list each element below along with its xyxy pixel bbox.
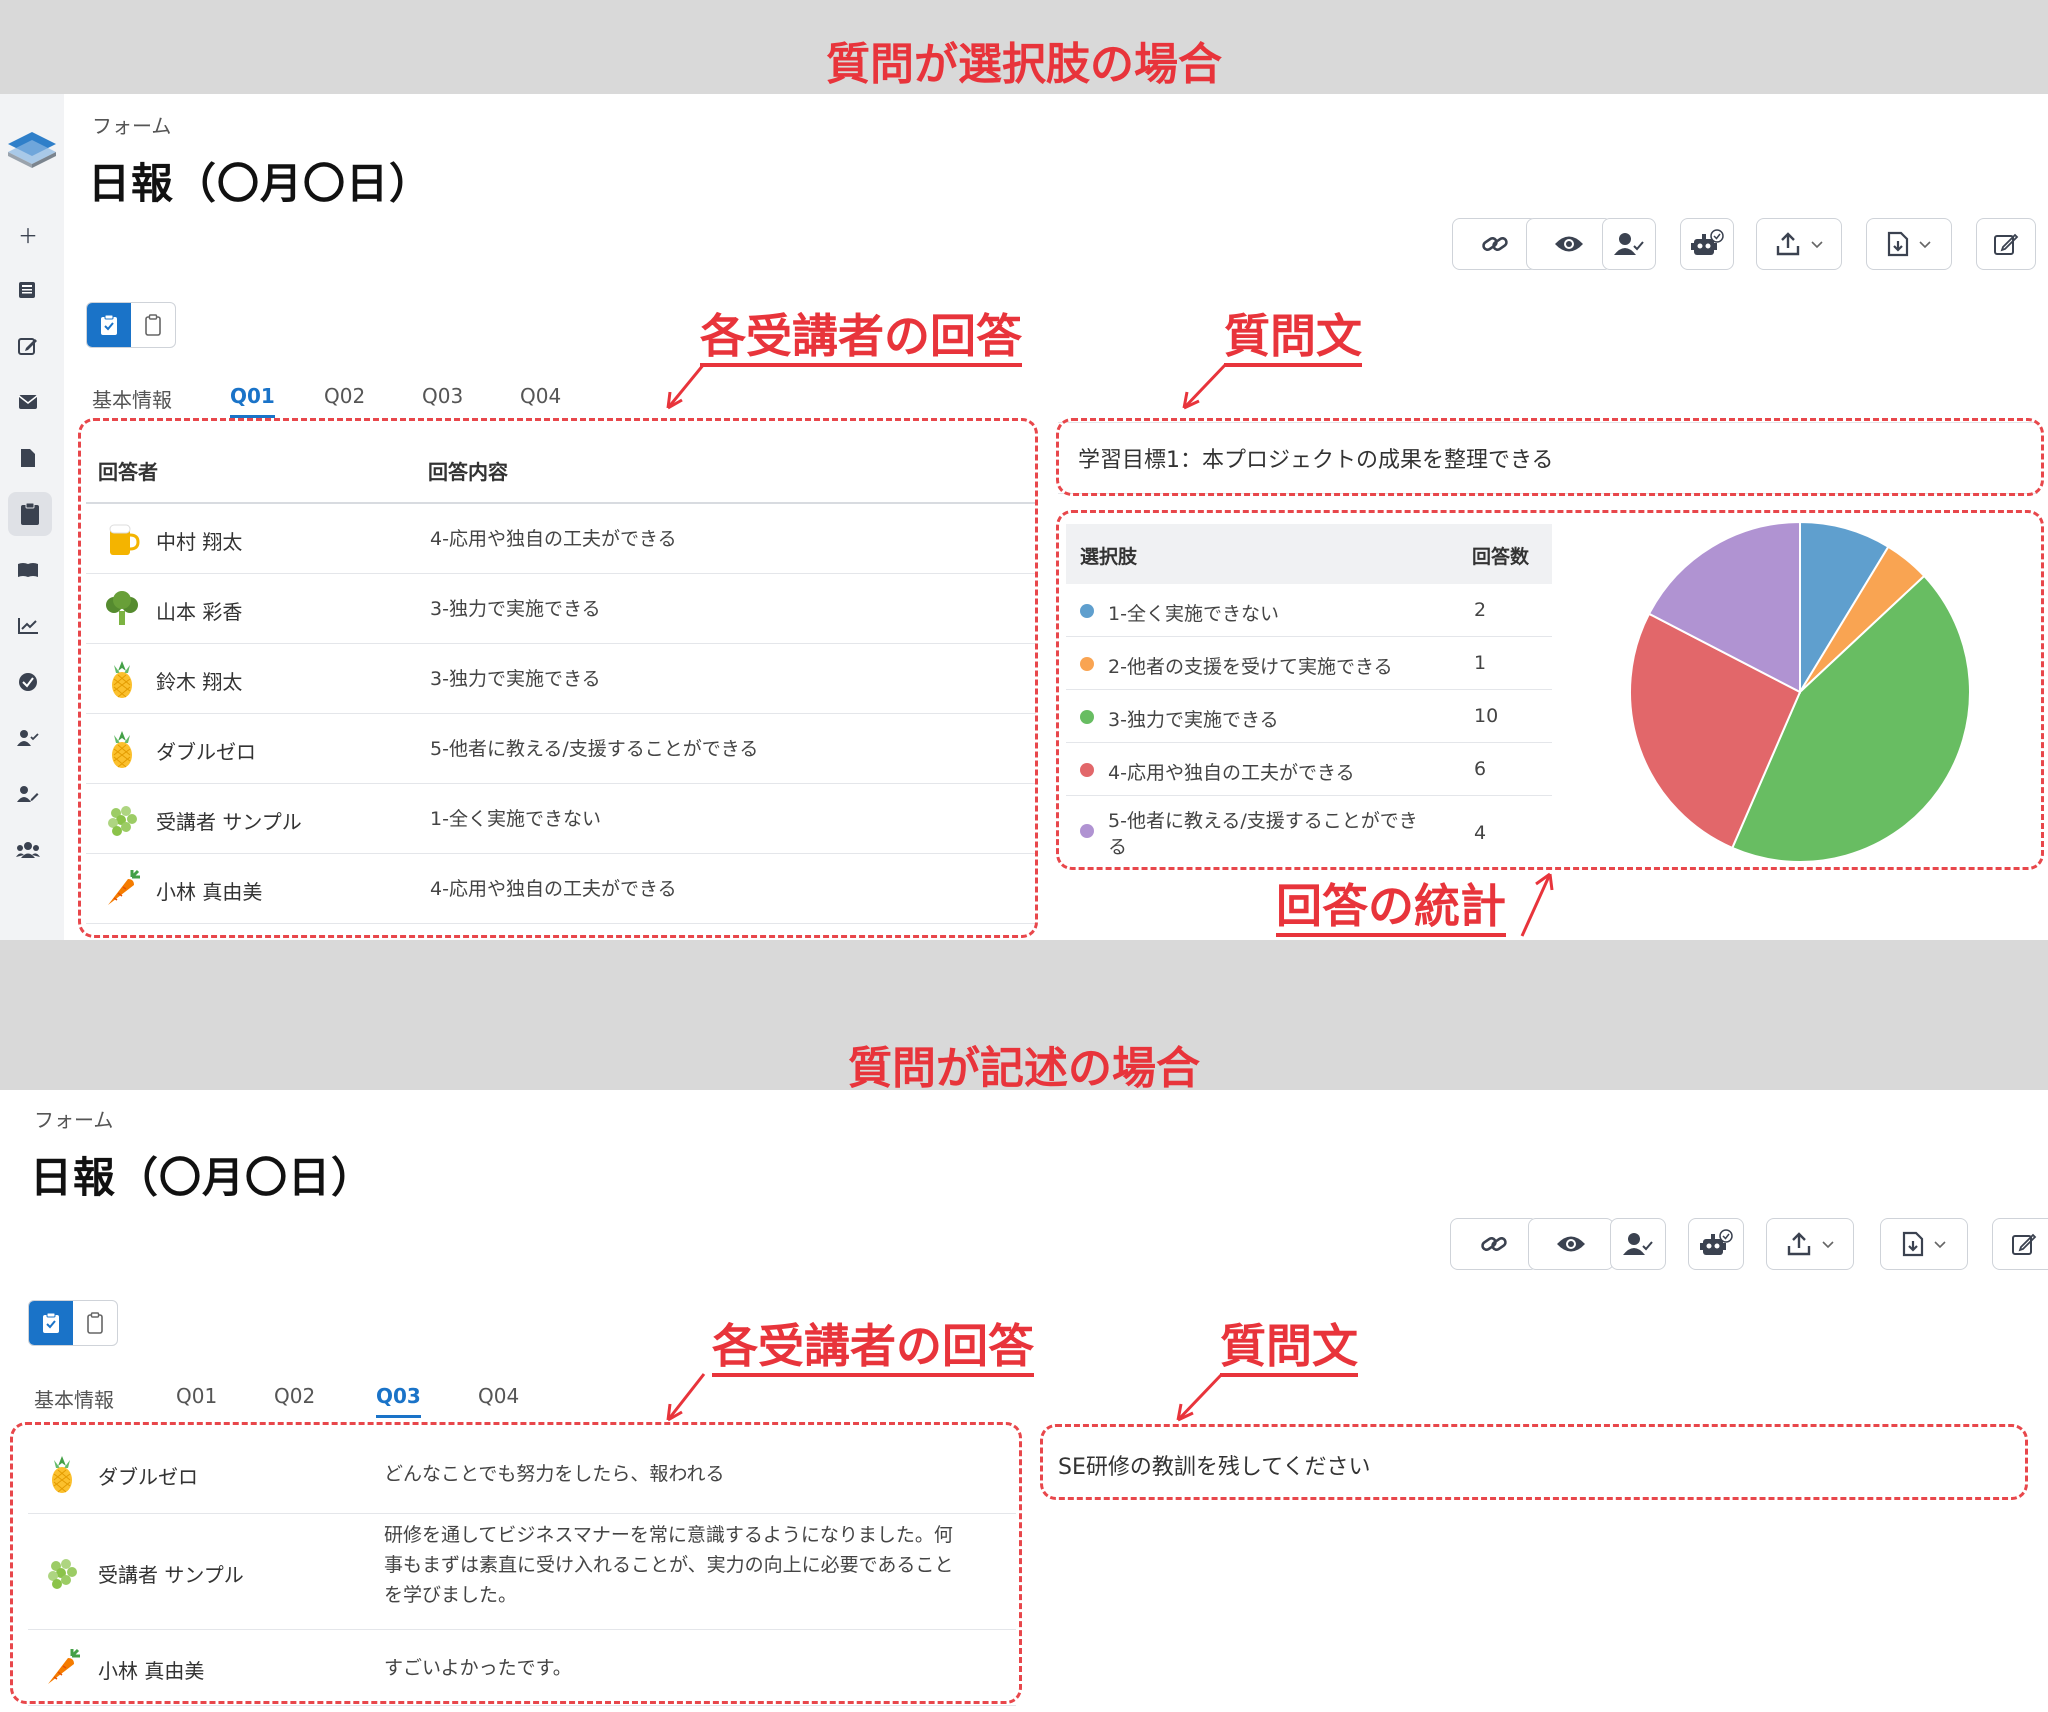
edit-form-button[interactable] — [1992, 1218, 2048, 1270]
respondent-check-button[interactable] — [1610, 1218, 1666, 1270]
download-dropdown-button[interactable] — [1880, 1218, 1968, 1270]
edit-icon — [2012, 1233, 2037, 1255]
user-check-icon — [1623, 1233, 1653, 1255]
annotation-box-responses — [10, 1422, 1022, 1704]
preview-button[interactable] — [1528, 1218, 1614, 1270]
chevron-down-icon — [1822, 1241, 1834, 1249]
download-file-icon — [1902, 1231, 1924, 1257]
annotation-arrows-top — [666, 362, 1554, 937]
copy-link-button[interactable] — [1450, 1218, 1538, 1270]
link-icon — [1481, 1236, 1507, 1252]
upload-icon — [1787, 1232, 1811, 1256]
export-dropdown-button[interactable] — [1766, 1218, 1854, 1270]
breadcrumb[interactable]: フォーム — [34, 1104, 113, 1133]
annotation-arrows-bottom — [666, 1372, 1224, 1422]
eye-icon — [1557, 1236, 1585, 1252]
annotation-title-text: 質問が記述の場合 — [848, 1043, 1200, 1094]
chevron-down-icon — [1934, 1241, 1946, 1249]
ai-button[interactable] — [1688, 1218, 1744, 1270]
page-title: 日報（〇月〇日） — [30, 1153, 375, 1202]
robot-icon — [1700, 1229, 1733, 1255]
